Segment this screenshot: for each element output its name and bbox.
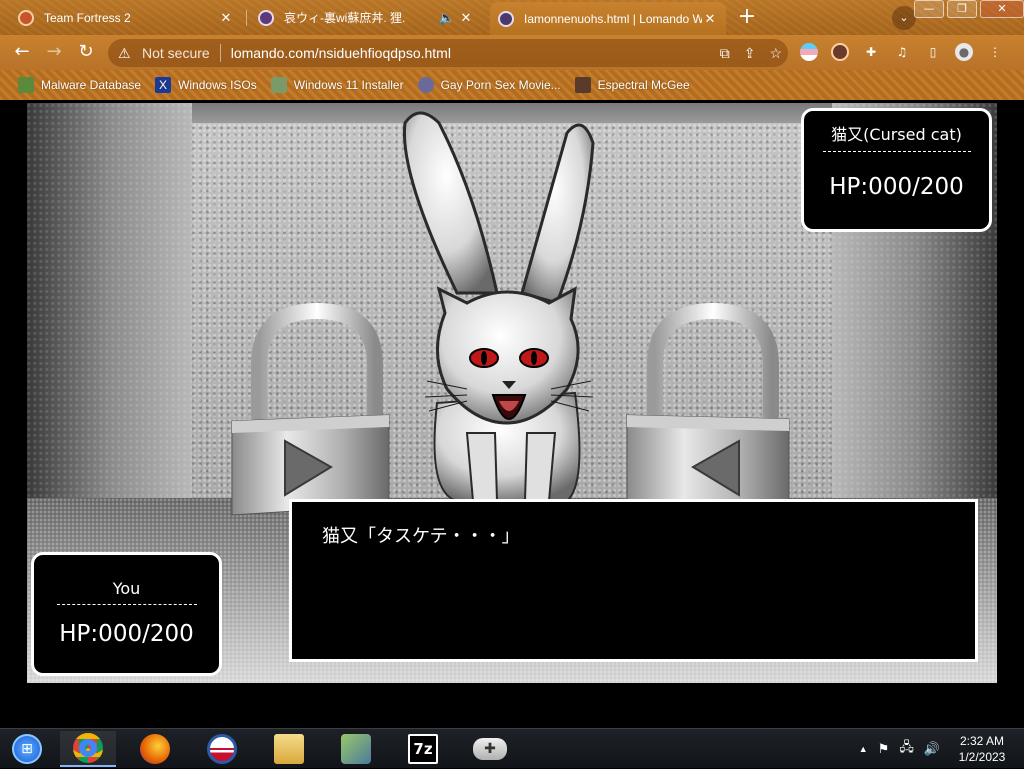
new-tab-button[interactable]: + (734, 5, 760, 31)
tab-divider (246, 10, 247, 26)
volume-icon[interactable]: 🔊 (924, 741, 940, 757)
bookmarks-bar: Malware Database X Windows ISOs Windows … (0, 70, 1024, 100)
tab-anime-page[interactable]: 哀ウィ-裏wi蘇庶丼. 狸. 🔈 ✕ (250, 4, 482, 31)
menu-kebab-icon[interactable]: ⋮ (986, 43, 1004, 61)
taskbar: ⊞ 7z ✚ ▲ ⚑ 🖧 🔊 2:32 AM 1/2/2023 (0, 728, 1024, 768)
clock-date: 1/2/2023 (958, 750, 1006, 764)
folder-icon (274, 734, 304, 764)
action-center-flag-icon[interactable]: ⚑ (878, 741, 890, 757)
image-icon (270, 77, 287, 93)
windows-orb-icon: ⊞ (12, 734, 42, 764)
dialog-text: 猫又「タスケテ・・・」 (322, 526, 520, 547)
puzzle-extensions-icon[interactable]: ✚ (862, 43, 880, 61)
taskbar-firefox[interactable] (127, 731, 183, 767)
window-close-button[interactable]: ✕ (980, 0, 1024, 18)
url-text[interactable]: lomando.com/nsiduehfioqdpso.html (231, 45, 451, 61)
restore-button[interactable]: ❐ (947, 0, 977, 18)
warning-triangle-icon[interactable]: ⚠ (118, 45, 134, 62)
share-icon[interactable]: ⇪ (744, 45, 756, 62)
tab-title: 哀ウィ-裏wi蘇庶丼. 狸. (284, 11, 406, 25)
start-button[interactable]: ⊞ (2, 731, 52, 767)
bookmark-windows-11-installer[interactable]: Windows 11 Installer (270, 77, 404, 93)
bookmark-label: Windows 11 Installer (293, 78, 404, 92)
close-icon[interactable]: ✕ (702, 11, 718, 27)
taskbar-chrome[interactable] (60, 731, 116, 767)
anime-favicon-icon (498, 10, 514, 27)
right-padlock (626, 302, 790, 512)
divider (822, 151, 971, 152)
avatar-extension-icon[interactable] (831, 43, 849, 61)
obama-logo-icon (207, 734, 237, 764)
player-status-box: You HP:000/200 (31, 552, 222, 676)
taskbar-7zip[interactable]: 7z (395, 731, 451, 767)
globe-icon (417, 77, 434, 93)
left-padlock (231, 302, 390, 516)
bookmark-malware-database[interactable]: Malware Database (18, 77, 141, 93)
close-icon[interactable]: ✕ (458, 10, 474, 26)
security-status[interactable]: Not secure (142, 45, 210, 61)
bookmark-movie-site[interactable]: Gay Porn Sex Movie... (417, 77, 561, 93)
clock-time: 2:32 AM (959, 734, 1005, 748)
bookmark-windows-isos[interactable]: X Windows ISOs (155, 77, 257, 93)
character-icon (574, 77, 591, 93)
close-icon[interactable]: ✕ (218, 10, 234, 26)
tab-title: Iamonnenuohs.html | Lomando W (524, 11, 702, 26)
enemy-status-box: 猫又(Cursed cat) HP:000/200 (801, 108, 992, 232)
page-viewport: 猫又(Cursed cat) HP:000/200 You HP:000/200… (0, 100, 1024, 728)
translate-icon[interactable]: ⧉ (720, 45, 730, 62)
side-panel-icon[interactable]: ▯ (924, 43, 942, 61)
system-tray: ▲ ⚑ 🖧 🔊 2:32 AM 1/2/2023 (859, 729, 1024, 769)
bookmark-star-icon[interactable]: ☆ (769, 45, 782, 62)
window-controls: — ❐ ✕ (911, 0, 1024, 18)
tab-title: Team Fortress 2 (44, 10, 131, 25)
tf2-favicon-icon (18, 9, 34, 26)
taskbar-gamepad[interactable]: ✚ (462, 731, 518, 767)
tray-chevron-icon[interactable]: ▲ (859, 744, 868, 754)
taskbar-file-explorer[interactable] (261, 731, 317, 767)
reload-button[interactable]: ↻ (74, 41, 98, 65)
forward-button[interactable]: → (42, 41, 66, 65)
dialog-box[interactable]: 猫又「タスケテ・・・」 (289, 499, 978, 662)
enemy-hp: HP:000/200 (829, 174, 964, 200)
tab-lomando-active[interactable]: Iamonnenuohs.html | Lomando W ✕ (490, 2, 726, 35)
bookmark-espectral-mcgee[interactable]: Espectral McGee (574, 77, 690, 93)
profile-avatar-icon[interactable]: ● (955, 43, 973, 61)
trans-flag-extension-icon[interactable] (800, 43, 818, 61)
tab-team-fortress[interactable]: Team Fortress 2 ✕ (10, 4, 242, 31)
omnibox-divider (219, 44, 221, 62)
network-people-icon (341, 734, 371, 764)
player-name: You (112, 579, 141, 598)
x-logo-icon: X (155, 77, 172, 93)
divider (56, 604, 197, 605)
bookmark-label: Espectral McGee (597, 78, 690, 92)
extension-icons: ✚ ♫ ▯ ● ⋮ (800, 42, 1004, 62)
network-icon[interactable]: 🖧 (899, 738, 914, 760)
firefox-icon (140, 734, 170, 764)
omnibox-actions: ⧉ ⇪ ☆ (720, 39, 782, 67)
media-control-icon[interactable]: ♫ (893, 43, 911, 61)
clock[interactable]: 2:32 AM 1/2/2023 (950, 733, 1014, 765)
bug-icon (18, 77, 34, 93)
taskbar-obama-logo[interactable] (194, 731, 250, 767)
gamepad-icon: ✚ (473, 738, 507, 760)
enemy-name: 猫又(Cursed cat) (831, 125, 962, 144)
cursed-cat-sprite (402, 111, 595, 502)
bookmark-label: Malware Database (41, 78, 142, 92)
bookmark-label: Gay Porn Sex Movie... (440, 78, 561, 92)
tab-bar: Team Fortress 2 ✕ 哀ウィ-裏wi蘇庶丼. 狸. 🔈 ✕ Iam… (0, 0, 1024, 35)
chrome-icon (73, 733, 103, 763)
back-button[interactable]: ← (10, 41, 34, 65)
minimize-button[interactable]: — (914, 0, 944, 18)
player-hp: HP:000/200 (59, 621, 194, 647)
7zip-icon: 7z (408, 734, 438, 764)
speaker-icon[interactable]: 🔈 (436, 10, 458, 26)
address-bar[interactable]: ⚠ Not secure lomando.com/nsiduehfioqdpso… (108, 39, 788, 67)
anime-favicon-icon (258, 9, 274, 26)
taskbar-network-app[interactable] (328, 731, 384, 767)
bookmark-label: Windows ISOs (178, 78, 257, 92)
